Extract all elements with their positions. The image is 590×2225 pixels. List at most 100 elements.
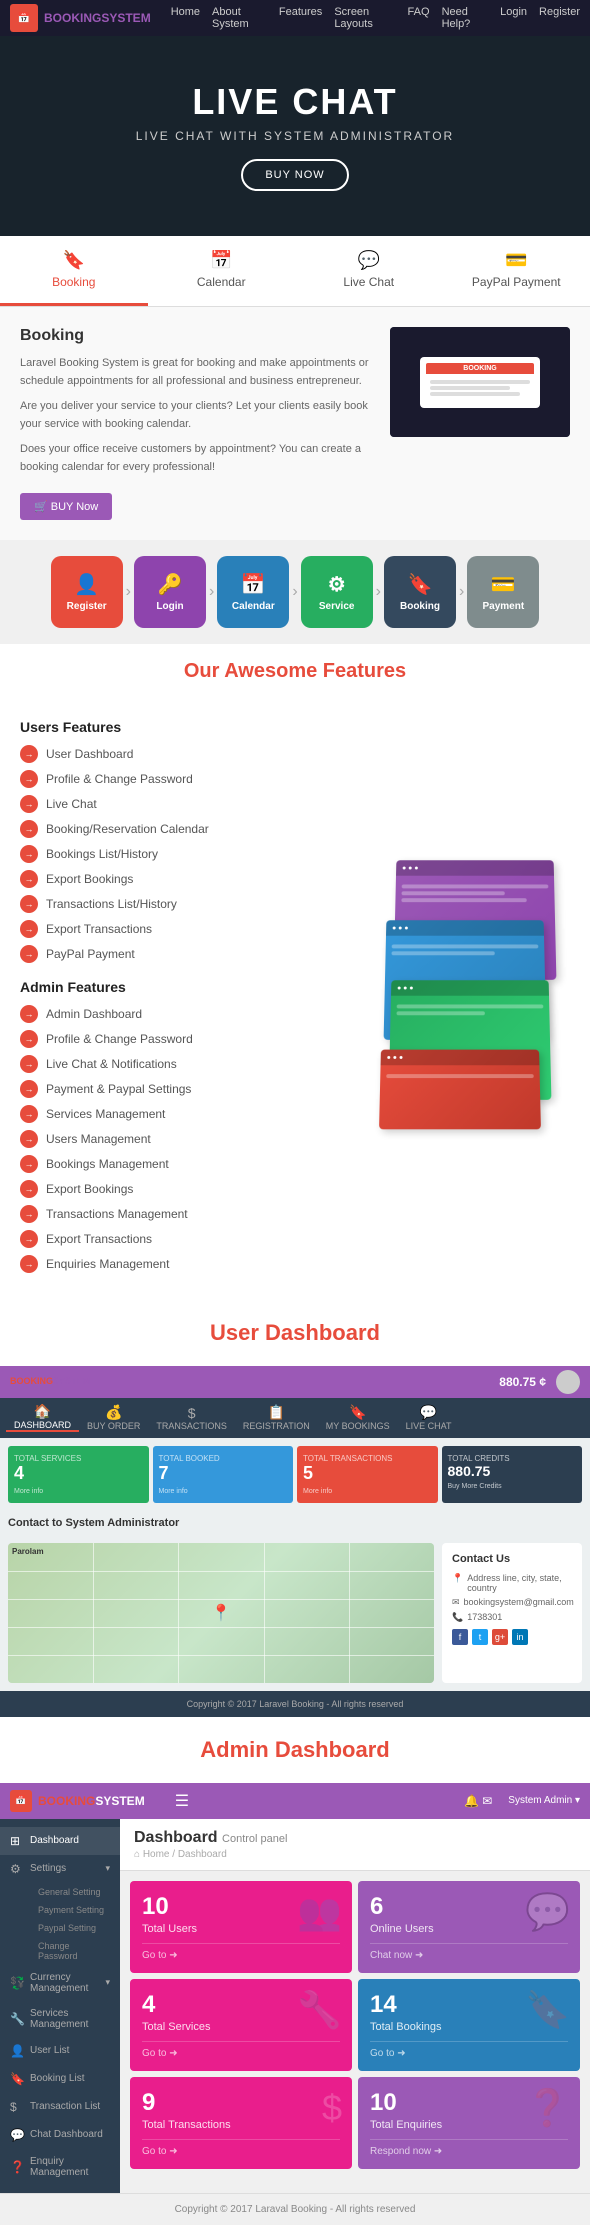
dash-nav-mybookings[interactable]: 🔖 MY BOOKINGS [318,1404,398,1431]
twitter-icon[interactable]: t [472,1629,488,1645]
nav-faq[interactable]: FAQ [408,6,430,30]
booking-buy-button[interactable]: 🛒 BUY Now [20,493,112,520]
feature-dot-2 [20,770,38,788]
dash-nav-buyorder[interactable]: 💰 BUY ORDER [79,1404,148,1431]
stat-credits-label: TOTAL CREDITS [448,1454,577,1463]
stat-users-link[interactable]: Go to ➜ [142,1943,340,1961]
dash-nav-registration-label: REGISTRATION [243,1421,310,1431]
feature-dot-a11 [20,1255,38,1273]
sidebar-item-currency[interactable]: 💱 Currency Management [0,1965,120,2001]
feature-dot-3 [20,795,38,813]
nav-home[interactable]: Home [171,6,200,30]
stat-online-link[interactable]: Chat now ➜ [370,1943,568,1961]
workflow-booking[interactable]: 🔖 Booking [384,556,456,628]
feature-dot-a3 [20,1055,38,1073]
stat-services-more[interactable]: More info [14,1488,143,1495]
sidebar-item-enquiry[interactable]: ❓ Enquiry Management [0,2149,120,2185]
sidebar-userlist-label: User List [30,2045,69,2056]
admin-hamburger-icon[interactable]: ☰ [175,1791,189,1811]
booking-section: Booking Laravel Booking System is great … [0,307,590,540]
tab-paypal[interactable]: 💳 PayPal Payment [443,236,590,306]
nav-layouts[interactable]: Screen Layouts [334,6,395,30]
tab-booking[interactable]: 🔖 Booking [0,236,148,306]
tab-paypal-icon: 💳 [451,250,583,271]
stat-services-value: 4 [14,1463,143,1484]
user-dashboard-title: User Dashboard [0,1300,590,1366]
dash-nav-mybookings-icon: 🔖 [326,1404,390,1421]
tab-calendar[interactable]: 📅 Calendar [148,236,296,306]
workflow-step-register: 👤 Register › [51,556,134,628]
sidebar-sub-changepass[interactable]: Change Password [28,1937,120,1965]
user-subnav: 🏠 DASHBOARD 💰 BUY ORDER $ TRANSACTIONS 📋… [0,1398,590,1438]
sidebar-item-bookinglist[interactable]: 🔖 Booking List [0,2065,120,2093]
dash-nav-livechat[interactable]: 💬 LIVE CHAT [398,1404,460,1431]
logo[interactable]: 📅 BOOKINGSYSTEM [10,4,151,32]
stat-transactions-more[interactable]: More info [303,1488,432,1495]
admin-footer-text: Copyright © 2017 Laraval Booking - All r… [175,2204,416,2215]
hero-buy-button[interactable]: BUY NOW [241,159,348,191]
workflow-arrow-4: › [376,583,381,601]
sidebar-sub-payment[interactable]: Payment Setting [28,1901,120,1919]
dash-nav-registration[interactable]: 📋 REGISTRATION [235,1404,318,1431]
stat-transactions2-link[interactable]: Go to ➜ [142,2139,340,2157]
feature-dot-9 [20,945,38,963]
admin-features-title: Admin Features [20,979,350,995]
nav-about[interactable]: About System [212,6,267,30]
sidebar-item-userlist[interactable]: 👤 User List [0,2037,120,2065]
dash-nav-transactions[interactable]: $ TRANSACTIONS [148,1405,235,1431]
admin-main-subtitle: Control panel [222,1833,287,1845]
feature-dot-6 [20,870,38,888]
facebook-icon[interactable]: f [452,1629,468,1645]
workflow-payment[interactable]: 💳 Payment [467,556,539,628]
enquiry-icon: ❓ [10,2160,24,2174]
googleplus-icon[interactable]: g+ [492,1629,508,1645]
stat-credits-more[interactable]: Buy More Credits [448,1483,577,1490]
user-dashboard-mock: BOOKINGSYSTEM 880.75 ¢ 🏠 DASHBOARD 💰 BUY… [0,1366,590,1717]
nav-register[interactable]: Register [539,6,580,30]
booking-title: Booking [20,327,374,345]
nav-help[interactable]: Need Help? [442,6,489,30]
feature-admin-profile: Profile & Change Password [20,1030,350,1048]
user-dash-nav: BOOKINGSYSTEM 880.75 ¢ [0,1366,590,1398]
sidebar-item-translist[interactable]: $ Transaction List [0,2093,120,2121]
stat-admin-services-link[interactable]: Go to ➜ [142,2041,340,2059]
linkedin-icon[interactable]: in [512,1629,528,1645]
nav-login[interactable]: Login [500,6,527,30]
admin-logo-icon: 📅 [10,1790,32,1812]
awesome-content: Users Features User Dashboard Profile & … [0,699,590,1300]
admin-logo[interactable]: 📅 BOOKINGSYSTEM [10,1790,145,1812]
dash-nav-dashboard[interactable]: 🏠 DASHBOARD [6,1403,79,1432]
sidebar-item-settings[interactable]: ⚙ Settings [0,1855,120,1883]
admin-stat-transactions2: 9 Total Transactions $ Go to ➜ [130,2077,352,2169]
stat-booked-more[interactable]: More info [159,1488,288,1495]
booking-screen-mock: BOOKING [420,357,540,408]
workflow-payment-icon: 💳 [491,572,516,597]
feature-admin-exporttrans: Export Transactions [20,1230,350,1248]
contact-title: Contact Us [452,1553,572,1565]
sidebar-sub-paypal[interactable]: Paypal Setting [28,1919,120,1937]
workflow-step-service: ⚙ Service › [301,556,384,628]
workflow-login[interactable]: 🔑 Login [134,556,206,628]
tab-booking-label: Booking [52,275,95,289]
sidebar-sub-general[interactable]: General Setting [28,1883,120,1901]
feature-dot-a2 [20,1030,38,1048]
nav-features[interactable]: Features [279,6,322,30]
admin-stat-online: 6 Online Users 💬 Chat now ➜ [358,1881,580,1973]
workflow-register[interactable]: 👤 Register [51,556,123,628]
tab-livechat[interactable]: 💬 Live Chat [295,236,443,306]
stat-enquiries-link[interactable]: Respond now ➜ [370,2139,568,2157]
admin-user-menu[interactable]: System Admin ▾ [508,1795,580,1806]
workflow-service[interactable]: ⚙ Service [301,556,373,628]
tab-calendar-label: Calendar [197,275,246,289]
feature-admin-transactions: Transactions Management [20,1205,350,1223]
workflow-calendar[interactable]: 📅 Calendar [217,556,289,628]
stat-bookings-link[interactable]: Go to ➜ [370,2041,568,2059]
sidebar-services-label: Services Management [30,2008,110,2030]
booking-text: Booking Laravel Booking System is great … [20,327,374,520]
admin-dashboard-mock: 📅 BOOKINGSYSTEM ☰ 🔔 ✉ System Admin ▾ ⊞ D… [0,1783,590,2225]
translist-icon: $ [10,2100,24,2114]
feature-dot-a5 [20,1105,38,1123]
sidebar-item-chat[interactable]: 💬 Chat Dashboard [0,2121,120,2149]
sidebar-item-services[interactable]: 🔧 Services Management [0,2001,120,2037]
sidebar-item-dashboard[interactable]: ⊞ Dashboard [0,1827,120,1855]
